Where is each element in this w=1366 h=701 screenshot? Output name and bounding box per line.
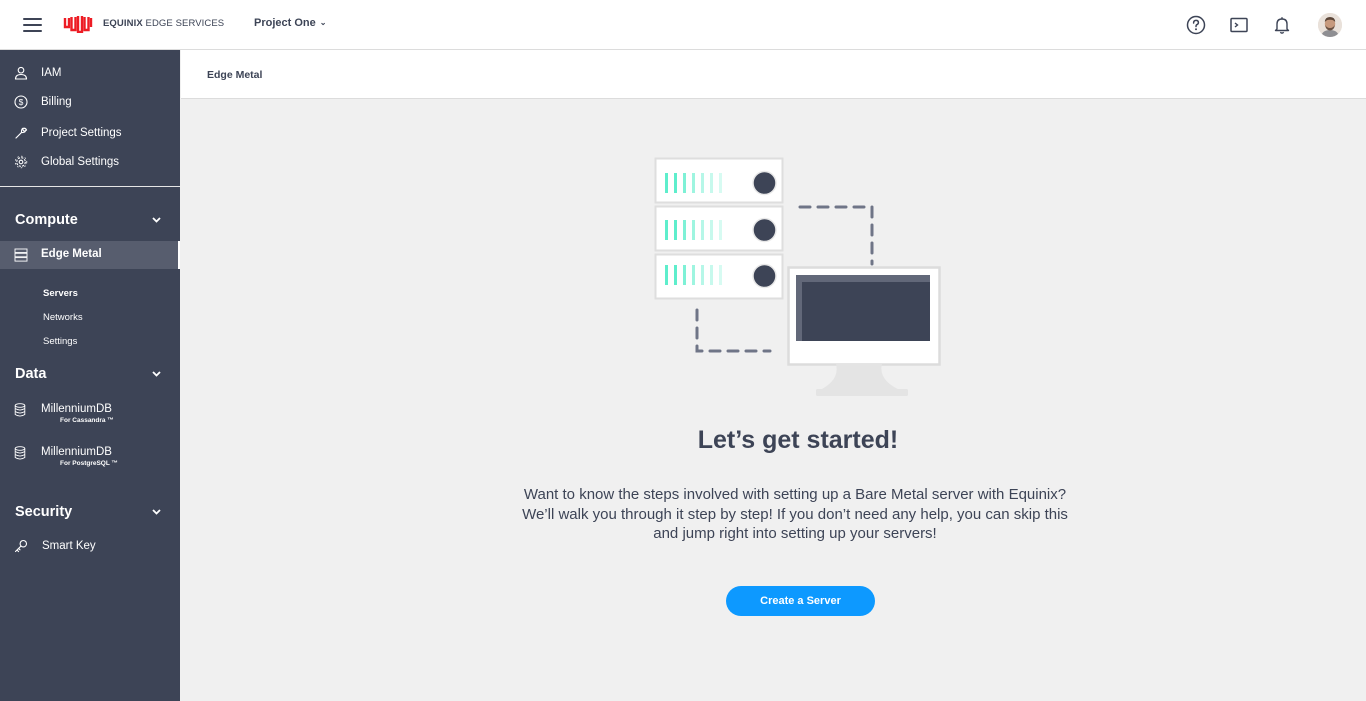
dollar-icon: $ (14, 95, 28, 109)
help-icon[interactable] (1186, 15, 1206, 35)
sidebar-item-label: MillenniumDB (41, 446, 112, 458)
breadcrumb: Edge Metal (207, 69, 263, 81)
sidebar-item-iam[interactable]: IAM (0, 61, 180, 87)
chevron-down-icon (152, 217, 161, 223)
section-title: Compute (15, 212, 78, 228)
sidebar-item-edge-metal[interactable]: Edge Metal (0, 241, 178, 269)
sidebar-item-label: IAM (41, 67, 62, 79)
create-server-button[interactable]: Create a Server (726, 586, 875, 616)
database-icon (14, 403, 26, 417)
terminal-icon[interactable] (1229, 15, 1249, 35)
chevron-down-icon (152, 509, 161, 515)
section-title: Data (15, 366, 47, 382)
sidebar-item-sublabel: For Cassandra ™ (60, 417, 114, 424)
svg-text:$: $ (19, 97, 24, 107)
chevron-down-icon: ⌄ (319, 18, 327, 27)
section-title: Security (15, 504, 73, 520)
page-description: Want to know the steps involved with set… (522, 486, 1068, 542)
sidebar-item-label: Smart Key (42, 540, 96, 552)
server-illustration (654, 157, 941, 396)
wrench-icon (15, 127, 28, 139)
sidebar-item-label: Project Settings (41, 127, 122, 139)
sidebar-item-label: Billing (41, 96, 72, 108)
active-indicator (178, 241, 180, 269)
sidebar: IAM $ Billing Project Settings Global Se… (0, 50, 180, 701)
sidebar-subitem-settings[interactable]: Settings (43, 336, 77, 347)
sidebar-item-sublabel: For PostgreSQL ™ (60, 460, 119, 467)
chevron-down-icon (152, 371, 161, 377)
server-rack (654, 157, 784, 300)
sidebar-item-project-settings[interactable]: Project Settings (0, 121, 180, 147)
top-bar: EQUINIX EDGE SERVICES Project One ⌄ (0, 0, 1366, 50)
sidebar-item-millenniumdb-postgresql[interactable]: MillenniumDB For PostgreSQL ™ (0, 444, 180, 474)
sidebar-item-label: Global Settings (41, 156, 119, 168)
sidebar-subitem-servers[interactable]: Servers (43, 288, 78, 299)
server-stack-icon (14, 248, 28, 262)
menu-icon[interactable] (23, 16, 43, 34)
sidebar-divider (0, 186, 180, 187)
sidebar-item-millenniumdb-cassandra[interactable]: MillenniumDB For Cassandra ™ (0, 401, 180, 431)
project-selector[interactable]: Project One ⌄ (254, 17, 326, 29)
brand-bold: EQUINIX (103, 18, 143, 29)
project-name: Project One (254, 17, 316, 29)
bell-icon[interactable] (1272, 15, 1292, 35)
sidebar-item-label: Edge Metal (41, 248, 102, 260)
sidebar-item-billing[interactable]: $ Billing (0, 90, 180, 116)
database-icon (14, 446, 26, 460)
page-title: Let’s get started! (697, 426, 899, 454)
avatar[interactable] (1318, 13, 1342, 37)
brand-name: EQUINIX EDGE SERVICES (103, 18, 224, 29)
section-compute[interactable]: Compute (15, 212, 165, 228)
gear-icon (14, 155, 28, 169)
key-icon (14, 539, 28, 553)
sidebar-item-global-settings[interactable]: Global Settings (0, 150, 180, 176)
equinix-logo[interactable] (63, 15, 93, 33)
sidebar-item-smart-key[interactable]: Smart Key (0, 534, 180, 560)
section-data[interactable]: Data (15, 366, 165, 382)
user-icon (14, 66, 28, 80)
section-security[interactable]: Security (15, 504, 165, 520)
monitor (787, 266, 941, 396)
brand-rest: EDGE SERVICES (145, 18, 225, 29)
main-header: Edge Metal (181, 50, 1366, 99)
sidebar-subitem-networks[interactable]: Networks (43, 312, 83, 323)
sidebar-item-label: MillenniumDB (41, 403, 112, 415)
